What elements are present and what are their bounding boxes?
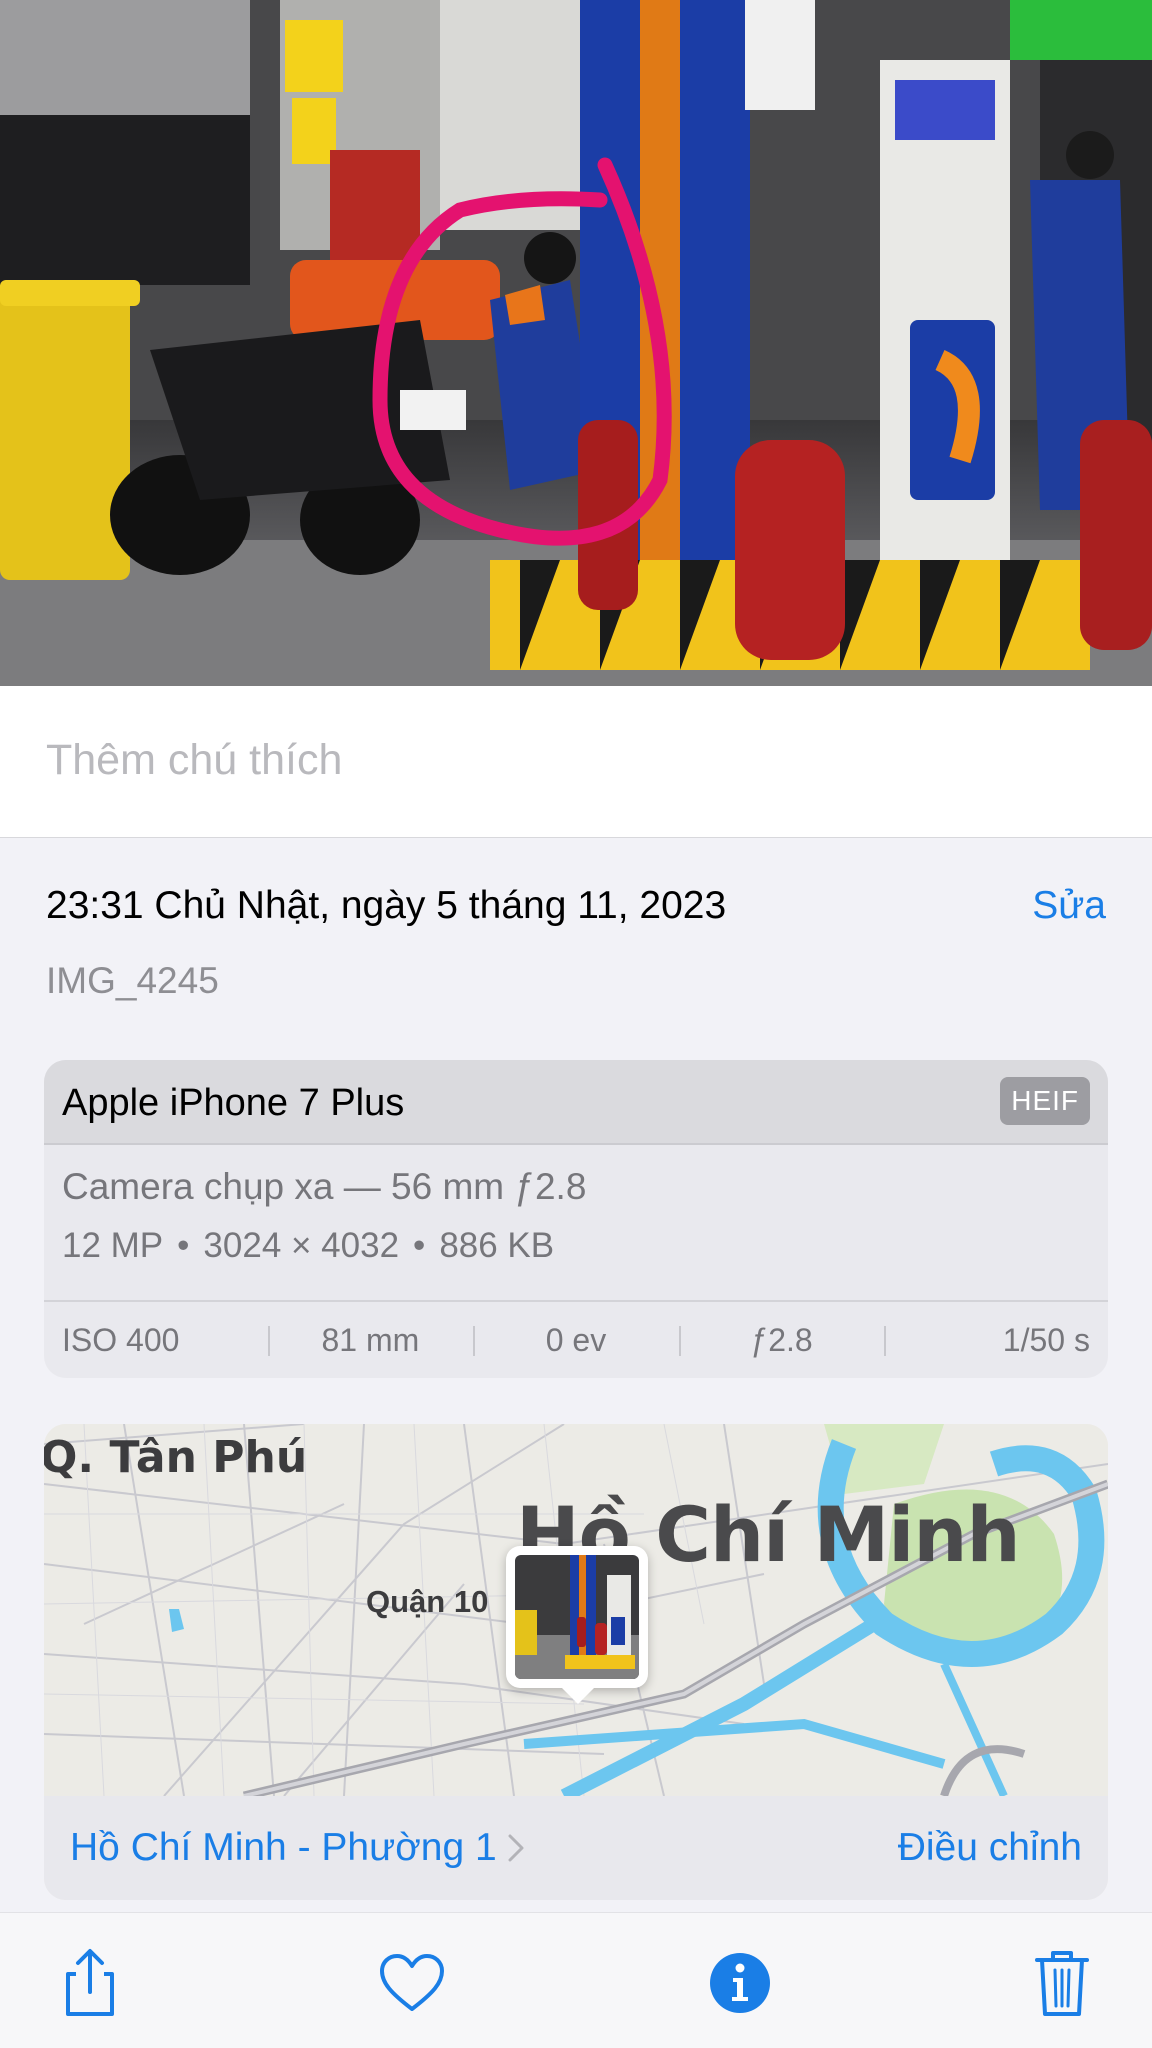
- file-size: 886 KB: [439, 1226, 555, 1265]
- heart-icon: [380, 1954, 444, 2011]
- exif-shutter: 1/50 s: [884, 1322, 1108, 1359]
- bottom-toolbar: [0, 1912, 1152, 2048]
- map-label-district: Q. Tân Phú: [44, 1432, 308, 1483]
- image-specs: 12 MP • 3024 × 4032 • 886 KB: [62, 1226, 555, 1265]
- lens-info: Camera chụp xa — 56 mm ƒ2.8: [62, 1166, 587, 1207]
- exif-iso: ISO 400: [62, 1321, 180, 1358]
- exif-row: ISO 400 81 mm 0 ev ƒ2.8 1/50 s: [44, 1300, 1108, 1378]
- map-photo-pin[interactable]: [506, 1546, 648, 1704]
- exif-focal-length: 81 mm: [267, 1322, 474, 1359]
- info-button[interactable]: [704, 1947, 776, 2019]
- caption-field[interactable]: Thêm chú thích: [0, 686, 1152, 838]
- resolution: 3024 × 4032: [203, 1226, 400, 1265]
- device-name: Apple iPhone 7 Plus: [62, 1082, 405, 1124]
- file-name: IMG_4245: [46, 960, 219, 1001]
- location-link-label[interactable]: Hồ Chí Minh - Phường 1: [70, 1826, 497, 1870]
- pin-thumbnail: [515, 1555, 639, 1679]
- photo-image: [0, 0, 1152, 686]
- format-badge: HEIF: [1000, 1077, 1090, 1125]
- camera-header: Apple iPhone 7 Plus HEIF: [44, 1060, 1108, 1145]
- exif-aperture: ƒ2.8: [678, 1322, 885, 1359]
- delete-button[interactable]: [1026, 1947, 1098, 2019]
- caption-placeholder[interactable]: Thêm chú thích: [46, 736, 342, 785]
- share-button[interactable]: [54, 1947, 126, 2019]
- map-footer: Hồ Chí Minh - Phường 1 Điều chỉnh: [44, 1796, 1108, 1900]
- share-icon: [66, 1949, 114, 2016]
- location-link[interactable]: Hồ Chí Minh - Phường 1: [70, 1826, 525, 1870]
- location-map-card[interactable]: Q. Tân Phú Hồ Chí Minh Quận 10 Hồ Chí Mi…: [44, 1424, 1108, 1900]
- megapixels: 12 MP: [62, 1226, 164, 1265]
- chevron-right-icon: [508, 1834, 524, 1862]
- adjust-location-button[interactable]: Điều chỉnh: [898, 1826, 1082, 1870]
- capture-datetime: 23:31 Chủ Nhật, ngày 5 tháng 11, 2023: [46, 884, 727, 927]
- exif-exposure-bias: 0 ev: [473, 1322, 679, 1359]
- camera-info-card: Apple iPhone 7 Plus HEIF Camera chụp xa …: [44, 1060, 1108, 1378]
- edit-datetime-button[interactable]: Sửa: [1032, 884, 1106, 928]
- map-label-quarter: Quận 10: [366, 1584, 489, 1619]
- info-icon: [710, 1953, 770, 2013]
- photo-preview[interactable]: [0, 0, 1152, 686]
- favorite-button[interactable]: [376, 1947, 448, 2019]
- trash-icon: [1035, 1951, 1089, 2016]
